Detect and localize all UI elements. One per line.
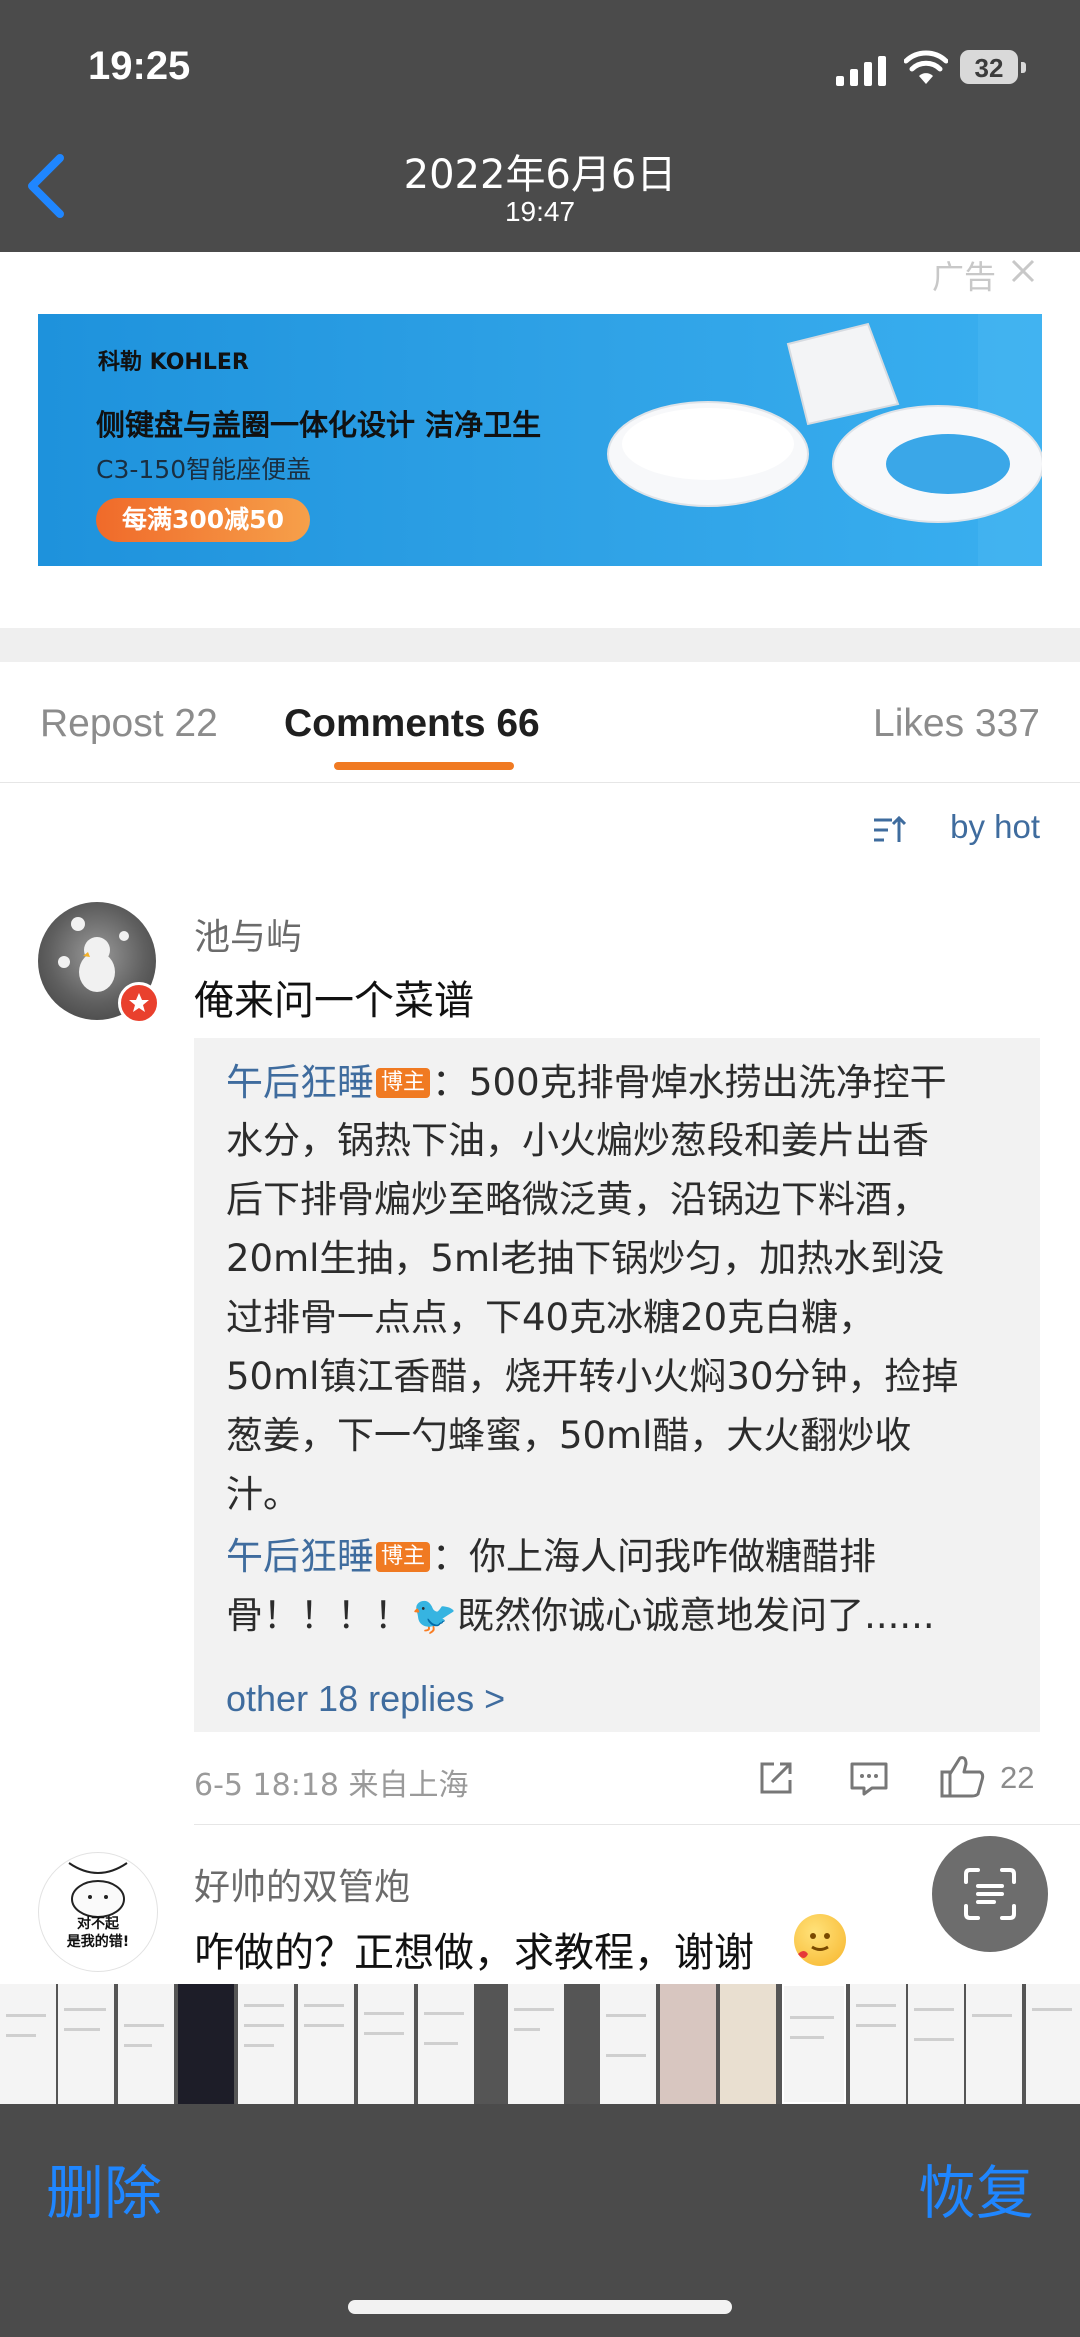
nav-time-subtitle: 19:47 xyxy=(504,196,576,227)
nav-date-title: 2022年6月6日 xyxy=(403,152,677,198)
battery-level: 32 xyxy=(974,53,1004,83)
home-indicator[interactable] xyxy=(348,2300,732,2314)
reply-username[interactable]: 午后狂睡 xyxy=(226,1061,374,1104)
avatar-caption: 对不起 是我的错! xyxy=(66,1916,130,1950)
thumbnail[interactable] xyxy=(660,1984,716,2104)
emoji-icon xyxy=(794,1914,846,1966)
post-tabs: Repost 22 Comments 66 Likes 337 xyxy=(0,662,1080,783)
delete-button[interactable]: 删除 xyxy=(46,2146,162,2230)
reply-line: 骨！！！！🐦既然你诚心诚意地发问了...... xyxy=(226,1594,935,1637)
reply-line: 汁。 xyxy=(226,1473,300,1516)
top-bar: 19:25 32 2022年6月6日 19:47 xyxy=(0,0,1080,252)
ad-promo-pill: 每满300减50 xyxy=(96,498,310,542)
reply-line: 50ml镇江香醋，烧开转小火焖30分钟，捡掉 xyxy=(226,1355,959,1398)
ad-brand: 科勒 KOHLER xyxy=(98,350,249,375)
reply-line: 后下排骨煸炒至略微泛黄，沿锅边下料酒， xyxy=(226,1178,929,1221)
signal-icon xyxy=(836,56,886,86)
back-chevron-icon[interactable] xyxy=(24,152,68,220)
replies-box[interactable]: 午后狂睡 博主 ：500克排骨焯水捞出洗净控干 水分，锅热下油，小火煸炒葱段和姜片出… xyxy=(194,1038,1040,1732)
battery-icon: 32 xyxy=(960,50,1026,86)
post-content: 广告 科勒 KOHLER 侧键盘与盖圈一体化设计 洁净卫生 C3-150智能座便… xyxy=(0,252,1080,1984)
thumbnail-strip[interactable] xyxy=(0,1984,1080,2104)
comment-text: 咋做的？正想做，求教程，谢谢 xyxy=(194,1930,754,1976)
wifi-icon xyxy=(904,50,948,84)
reply-text: ：500克排骨焯水捞出洗净控干 xyxy=(432,1061,947,1104)
thumbnail[interactable] xyxy=(966,1984,1022,2104)
reply-line: 20ml生抽，5ml老抽下锅炒匀，加热水到没 xyxy=(226,1237,945,1280)
thumbnail[interactable] xyxy=(358,1984,414,2104)
thumbnail[interactable] xyxy=(908,1984,964,2104)
tab-comments[interactable]: Comments 66 xyxy=(284,702,540,746)
ad-subline: C3-150智能座便盖 xyxy=(96,455,312,484)
toilet-seat-image xyxy=(607,314,1042,566)
thumbnail[interactable] xyxy=(850,1984,906,2104)
sort-icon[interactable] xyxy=(872,814,906,846)
reply-line: 过排骨一点点，下40克冰糖20克白糖， xyxy=(226,1296,876,1339)
sort-by-hot[interactable]: by hot xyxy=(950,808,1040,846)
reply-username[interactable]: 午后狂睡 xyxy=(226,1535,374,1578)
blogger-badge: 博主 xyxy=(376,1542,431,1572)
ad-headline: 侧键盘与盖圈一体化设计 洁净卫生 xyxy=(96,408,542,442)
thumbnail[interactable] xyxy=(418,1984,474,2104)
thumbnail[interactable] xyxy=(508,1984,564,2104)
thumbnail[interactable] xyxy=(600,1984,656,2104)
comment-username[interactable]: 池与屿 xyxy=(194,908,302,960)
active-tab-indicator xyxy=(334,762,514,770)
avatar[interactable]: 对不起 是我的错! xyxy=(38,1852,158,1972)
ad-close-icon[interactable] xyxy=(1010,258,1036,284)
ad-banner[interactable]: 科勒 KOHLER 侧键盘与盖圈一体化设计 洁净卫生 C3-150智能座便盖 每… xyxy=(38,314,1042,566)
blogger-badge: 博主 xyxy=(376,1068,431,1098)
bottom-toolbar: 删除 恢复 xyxy=(0,2104,1080,2337)
thumbnail[interactable] xyxy=(0,1984,56,2104)
more-replies-link[interactable]: other 18 replies > xyxy=(226,1678,505,1720)
thumbnail[interactable] xyxy=(118,1984,174,2104)
thumbnail[interactable] xyxy=(58,1984,114,2104)
reply-text: ：你上海人问我咋做糖醋排 xyxy=(432,1535,877,1578)
thumbnail-selected[interactable] xyxy=(782,1984,846,2104)
status-time: 19:25 xyxy=(88,44,191,88)
comment-meta: 6-5 18:18 来自上海 xyxy=(194,1768,469,1803)
section-divider xyxy=(0,628,1080,662)
comment-text: 俺来问一个菜谱 xyxy=(194,978,474,1024)
thumbnail[interactable] xyxy=(298,1984,354,2104)
share-icon[interactable] xyxy=(756,1758,796,1798)
verified-badge-icon xyxy=(118,982,160,1024)
thumbnail[interactable] xyxy=(720,1984,776,2104)
thumbnail[interactable] xyxy=(178,1984,234,2104)
thumbnail[interactable] xyxy=(1026,1984,1080,2104)
reply-line: 午后狂睡 博主 ：你上海人问我咋做糖醋排 xyxy=(226,1526,876,1580)
text-scan-button[interactable] xyxy=(932,1836,1048,1952)
thumbnail[interactable] xyxy=(238,1984,294,2104)
ad-tag-text: 广告 xyxy=(931,258,996,296)
reply-line: 午后狂睡 博主 ：500克排骨焯水捞出洗净控干 xyxy=(226,1052,947,1106)
thumbs-up-icon[interactable] xyxy=(938,1752,988,1800)
restore-button[interactable]: 恢复 xyxy=(918,2146,1034,2230)
comment-divider xyxy=(194,1824,1080,1825)
like-count: 22 xyxy=(1000,1760,1035,1795)
reply-line: 葱姜，下一勺蜂蜜，50ml醋，大火翻炒收 xyxy=(226,1414,912,1457)
text-scan-icon xyxy=(964,1868,1016,1920)
comment-icon[interactable] xyxy=(848,1758,890,1798)
tab-repost[interactable]: Repost 22 xyxy=(40,702,218,746)
reply-line: 水分，锅热下油，小火煸炒葱段和姜片出香 xyxy=(226,1119,929,1162)
comment-username[interactable]: 好帅的双管炮 xyxy=(194,1858,410,1910)
tab-likes[interactable]: Likes 337 xyxy=(873,702,1040,746)
